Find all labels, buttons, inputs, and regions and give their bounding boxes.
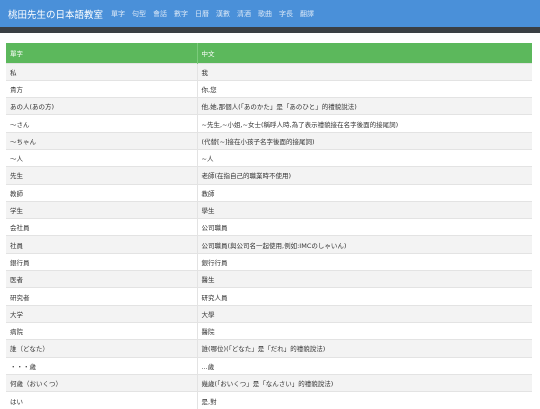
nav-item-numbers[interactable]: 數字	[174, 9, 188, 19]
table-row[interactable]: 銀行員 銀行行員	[6, 252, 532, 271]
chinese-cell: 你,您	[197, 79, 532, 98]
vocabulary-table-container: 單字 中文 私我貴方 你,您 あの人(あの方) 他,她,那個人(「あのかた」是「あのひ…	[6, 43, 532, 409]
chinese-cell: ...歲	[197, 356, 532, 375]
nav-item-characters[interactable]: 字長	[279, 9, 293, 19]
word-cell: ～ちゃん	[6, 131, 198, 150]
chinese-cell: 銀行行員	[197, 252, 532, 271]
word-cell: 何歳（おいくつ）	[6, 373, 198, 392]
chinese-cell: (代替[~]接在小孩子名字後面的接尾詞)	[197, 131, 532, 150]
table-row[interactable]: ～さん ~先生,~小姐,~女士(稱呼人時,為了表示禮貌接在名字後面的接尾詞)	[6, 114, 532, 133]
top-navbar: 桃田先生の日本語教室 單字 句型 會話 數字 日曆 漢數 清酒 歌曲 字長 翻譯	[0, 0, 540, 27]
word-cell: あの人(あの方)	[6, 97, 198, 115]
chinese-cell: 我	[197, 62, 532, 81]
word-cell: ～人	[6, 148, 198, 167]
chinese-cell: 教師	[197, 183, 532, 202]
chinese-cell: 研究人員	[197, 287, 532, 306]
nav-item-conversation[interactable]: 會話	[153, 9, 167, 19]
word-cell: 大学	[6, 304, 198, 323]
table-row[interactable]: ・・・歳 ...歲	[6, 356, 532, 375]
nav-divider-bar	[0, 27, 540, 33]
word-cell: ・・・歳	[6, 356, 198, 375]
word-cell: 学生	[6, 200, 198, 219]
table-row[interactable]: 先生 老師(在指自己的職業時不使用)	[6, 166, 532, 185]
nav-item-kanji-numbers[interactable]: 漢數	[216, 9, 230, 19]
chinese-cell: 老師(在指自己的職業時不使用)	[197, 166, 532, 185]
word-cell: 銀行員	[6, 252, 198, 271]
table-row[interactable]: あの人(あの方) 他,她,那個人(「あのかた」是「あのひと」的禮貌說法)	[6, 97, 532, 115]
word-cell: 社員	[6, 235, 198, 254]
chinese-cell: 學生	[197, 200, 532, 219]
table-row[interactable]: 会社員 公司職員	[6, 218, 532, 236]
chinese-cell: 誰(哪位)(「どなた」是「だれ」的禮貌說法)	[197, 339, 532, 358]
word-cell: 貴方	[6, 79, 198, 98]
table-row[interactable]: ～ちゃん (代替[~]接在小孩子名字後面的接尾詞)	[6, 131, 532, 150]
table-row[interactable]: 教師 教師	[6, 183, 532, 202]
chinese-cell: 醫院	[197, 321, 532, 340]
table-row[interactable]: 誰（どなた） 誰(哪位)(「どなた」是「だれ」的禮貌說法)	[6, 339, 532, 358]
chinese-cell: 公司職員	[197, 218, 532, 236]
chinese-cell: 幾歲(「おいくつ」是「なんさい」的禮貌說法)	[197, 373, 532, 392]
chinese-cell: ~先生,~小姐,~女士(稱呼人時,為了表示禮貌接在名字後面的接尾詞)	[197, 114, 532, 133]
word-cell: はい	[6, 391, 198, 409]
column-header-word: 單字	[6, 43, 198, 63]
word-cell: 先生	[6, 166, 198, 185]
table-row[interactable]: 社員 公司職員(與公司名一起使用,例如:IMCのしゃいん)	[6, 235, 532, 254]
nav-item-translation[interactable]: 翻譯	[300, 9, 314, 19]
vocabulary-table: 單字 中文 私我貴方 你,您 あの人(あの方) 他,她,那個人(「あのかた」是「あのひ…	[6, 43, 532, 409]
word-cell: 病院	[6, 321, 198, 340]
word-cell: 誰（どなた）	[6, 339, 198, 358]
table-row[interactable]: 学生 學生	[6, 200, 532, 219]
chinese-cell: ~人	[197, 148, 532, 167]
nav-item-songs[interactable]: 歌曲	[258, 9, 272, 19]
table-row[interactable]: 医者 醫生	[6, 270, 532, 288]
nav-item-vocabulary[interactable]: 單字	[111, 9, 125, 19]
table-row[interactable]: ～人 ~人	[6, 148, 532, 167]
word-cell: 教師	[6, 183, 198, 202]
table-header-row: 單字 中文	[6, 43, 532, 63]
word-cell: ～さん	[6, 114, 198, 133]
nav-item-sake[interactable]: 清酒	[237, 9, 251, 19]
table-row[interactable]: 大学 大學	[6, 304, 532, 323]
chinese-cell: 醫生	[197, 270, 532, 288]
word-cell: 私	[6, 62, 198, 81]
column-header-chinese: 中文	[197, 43, 532, 63]
word-cell: 会社員	[6, 218, 198, 236]
chinese-cell: 他,她,那個人(「あのかた」是「あのひと」的禮貌說法)	[197, 97, 532, 115]
site-title[interactable]: 桃田先生の日本語教室	[8, 7, 103, 21]
table-row[interactable]: 何歳（おいくつ） 幾歲(「おいくつ」是「なんさい」的禮貌說法)	[6, 373, 532, 392]
chinese-cell: 大學	[197, 304, 532, 323]
nav-item-sentence-patterns[interactable]: 句型	[132, 9, 146, 19]
table-row[interactable]: 私我	[6, 62, 532, 81]
table-row[interactable]: 病院 醫院	[6, 321, 532, 340]
nav-item-calendar[interactable]: 日曆	[195, 9, 209, 19]
table-row[interactable]: 貴方 你,您	[6, 79, 532, 98]
table-row[interactable]: はい 是,對	[6, 391, 532, 409]
chinese-cell: 是,對	[197, 391, 532, 409]
table-row[interactable]: 研究者 研究人員	[6, 287, 532, 306]
chinese-cell: 公司職員(與公司名一起使用,例如:IMCのしゃいん)	[197, 235, 532, 254]
word-cell: 医者	[6, 270, 198, 288]
word-cell: 研究者	[6, 287, 198, 306]
